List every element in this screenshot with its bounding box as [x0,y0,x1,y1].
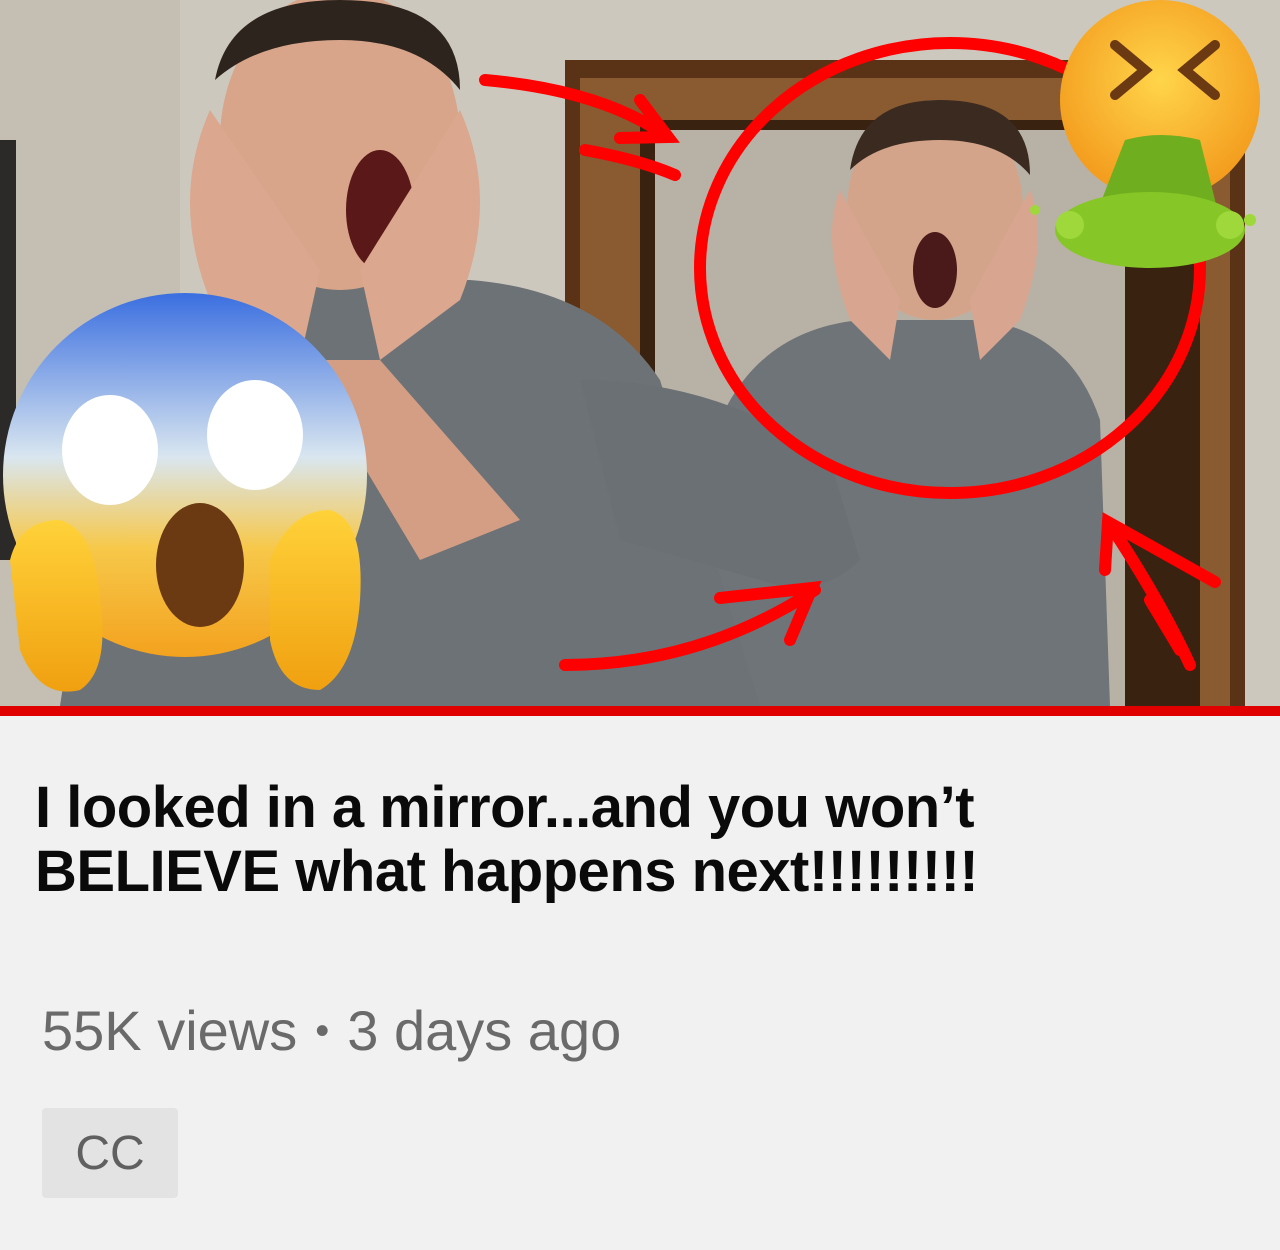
video-title-line-2: BELIEVE what happens next!!!!!!!!! [35,839,979,904]
watched-progress-bar [0,706,1280,716]
closed-captions-badge: CC [42,1108,178,1198]
upload-age: 3 days ago [347,999,622,1062]
face-screaming-in-fear-emoji [3,293,367,692]
meta-separator: • [315,1009,330,1053]
video-meta: 55K views • 3 days ago [42,998,621,1063]
video-thumbnail[interactable] [0,0,1280,706]
video-info: I looked in a mirror...and you won’t BEL… [0,716,1280,1250]
view-count: 55K views [42,999,298,1062]
video-title[interactable]: I looked in a mirror...and you won’t BEL… [35,776,1225,904]
video-title-line-1: I looked in a mirror...and you won’t [35,775,975,840]
